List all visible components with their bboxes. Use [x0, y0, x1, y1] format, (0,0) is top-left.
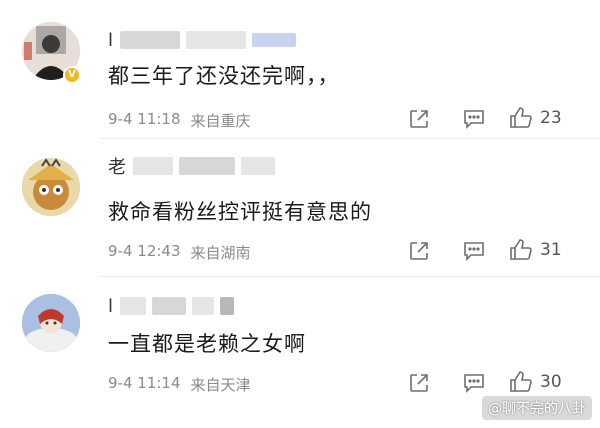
share-icon[interactable] — [408, 372, 430, 398]
comment-item: 老 救命看粉丝控评挺有意思的 9-4 12:43 来自湖南 31 — [0, 140, 600, 278]
username-row[interactable]: 老 — [108, 154, 275, 178]
comment-location: 来自重庆 — [190, 112, 251, 130]
comment-date: 9-4 11:14 — [108, 374, 181, 392]
divider — [100, 138, 600, 139]
avatar[interactable] — [22, 158, 80, 216]
blurred-username — [186, 31, 247, 49]
blurred-username — [220, 297, 235, 315]
verified-badge-icon: V — [63, 66, 81, 84]
comment-location: 来自湖南 — [190, 244, 251, 262]
share-icon[interactable] — [408, 240, 430, 266]
username[interactable]: 老 — [108, 153, 127, 179]
comment-text: 都三年了还没还完啊，， — [108, 64, 340, 88]
comment-meta: 9-4 11:14 来自天津 — [108, 374, 251, 395]
blurred-username — [120, 297, 147, 315]
blurred-username — [241, 157, 275, 175]
avatar[interactable] — [22, 294, 80, 352]
like-count: 23 — [540, 108, 562, 128]
watermark: @聊不完的八卦 — [482, 396, 592, 420]
blurred-username — [120, 31, 181, 49]
comment-meta: 9-4 11:18 来自重庆 — [108, 110, 251, 131]
comment-icon[interactable] — [462, 372, 486, 398]
comment-meta: 9-4 12:43 来自湖南 — [108, 242, 251, 263]
like-button[interactable]: 30 — [508, 370, 562, 394]
comment-icon[interactable] — [462, 240, 486, 266]
comment-date: 9-4 12:43 — [108, 242, 181, 260]
like-icon — [510, 239, 532, 260]
blurred-username — [133, 157, 173, 175]
like-count: 30 — [540, 372, 562, 392]
comment-text: 一直都是老赖之女啊 — [108, 332, 306, 356]
comment-location: 来自天津 — [190, 376, 251, 394]
username-row[interactable]: l — [108, 28, 297, 52]
like-button[interactable]: 31 — [508, 238, 562, 262]
comment-date: 9-4 11:18 — [108, 110, 181, 128]
user-level-badge — [252, 33, 297, 47]
blurred-username — [192, 297, 215, 315]
comment-text: 救命看粉丝控评挺有意思的 — [108, 200, 372, 224]
like-icon — [510, 107, 532, 128]
like-count: 31 — [540, 240, 562, 260]
comment-icon[interactable] — [462, 108, 486, 134]
share-icon[interactable] — [408, 108, 430, 134]
username-row[interactable]: l — [108, 294, 235, 318]
username[interactable]: l — [108, 296, 114, 317]
divider — [100, 276, 600, 277]
like-button[interactable]: 23 — [508, 106, 562, 130]
like-icon — [510, 371, 532, 392]
blurred-username — [179, 157, 235, 175]
blurred-username — [152, 297, 187, 315]
watermark-text: @聊不完的八卦 — [488, 401, 586, 417]
comment-item: V l 都三年了还没还完啊，， 9-4 11:18 来自重庆 23 — [0, 0, 600, 138]
username[interactable]: l — [108, 30, 114, 51]
